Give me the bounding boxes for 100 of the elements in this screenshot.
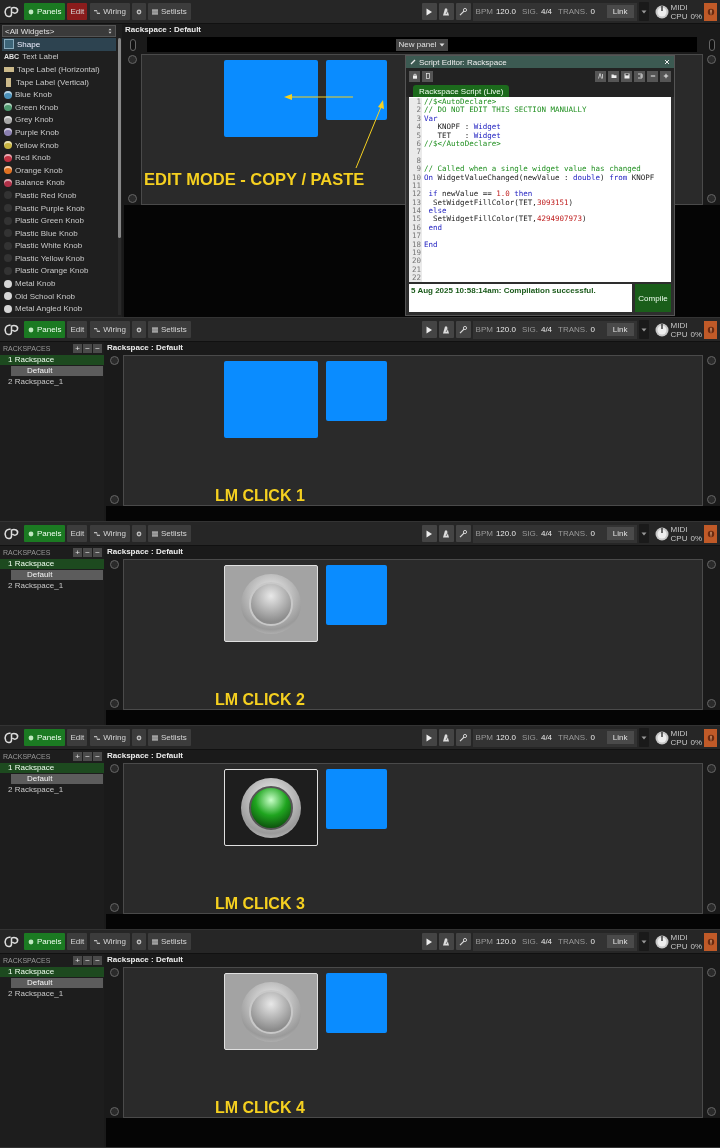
palette-item[interactable]: Green Knob [2, 100, 116, 114]
edit-button[interactable]: Edit [67, 933, 88, 950]
play-button[interactable] [421, 933, 437, 950]
knob-icon[interactable] [654, 526, 669, 541]
led-button-widget[interactable] [224, 769, 318, 846]
palette-item[interactable]: Purple Knob [2, 126, 116, 139]
rackspace-action-button[interactable]: − [93, 343, 102, 353]
bpm-value[interactable]: 120.0 [495, 937, 516, 946]
settings-button[interactable] [131, 321, 146, 338]
dropdown-button[interactable] [638, 320, 649, 339]
palette-item[interactable]: Plastic Purple Knob [2, 201, 116, 215]
setlists-button[interactable]: Setlists [147, 3, 191, 20]
dropdown-button[interactable] [638, 932, 649, 951]
settings-button[interactable] [131, 525, 146, 542]
metronome-button[interactable] [438, 729, 454, 746]
rackspace-action-button[interactable]: + [73, 955, 82, 965]
transpose-value[interactable]: 0 [590, 325, 595, 334]
palette-item[interactable]: Red Knob [2, 151, 116, 164]
rackspace-item[interactable]: 2 Rackspace_1 [0, 785, 104, 795]
rackspace-action-button[interactable]: − [83, 343, 92, 353]
setlists-button[interactable]: Setlists [147, 729, 191, 746]
palette-item[interactable]: Metal Angled Knob [2, 302, 116, 316]
palette-item[interactable]: Plastic Blue Knob [2, 226, 116, 240]
palette-item[interactable]: Balance Knob [2, 176, 116, 190]
export-button[interactable] [634, 70, 645, 82]
rackspace-action-button[interactable]: − [93, 547, 102, 557]
edit-button[interactable]: Edit [67, 729, 88, 746]
rackspace-action-button[interactable]: − [83, 955, 92, 965]
palette-item[interactable]: Plastic White Knob [2, 239, 116, 253]
panels-button[interactable]: Panels [24, 729, 66, 746]
rackspace-action-button[interactable]: + [73, 547, 82, 557]
panels-button[interactable]: Panels [24, 3, 66, 20]
open-button[interactable] [608, 70, 619, 82]
settings-button[interactable] [131, 3, 146, 20]
bpm-value[interactable]: 120.0 [495, 529, 516, 538]
palette-item[interactable]: Shape [2, 38, 116, 51]
rackspace-action-button[interactable]: − [83, 547, 92, 557]
palette-item[interactable]: Plastic Green Knob [2, 214, 116, 227]
wiring-button[interactable]: Wiring [90, 3, 130, 20]
zoom-out-button[interactable] [647, 70, 658, 82]
link-button[interactable]: Link [606, 323, 634, 336]
variation-item[interactable]: Default [11, 774, 103, 784]
wrench-button[interactable] [455, 729, 471, 746]
rackspace-action-button[interactable]: + [73, 343, 82, 353]
setlists-button[interactable]: Setlists [147, 933, 191, 950]
panels-button[interactable]: Panels [24, 321, 66, 338]
dropdown-button[interactable] [638, 728, 649, 747]
palette-item[interactable]: Blue Knob [2, 88, 116, 101]
wrench-button[interactable] [455, 3, 471, 20]
play-button[interactable] [421, 525, 437, 542]
alert-button[interactable] [704, 524, 717, 543]
bpm-value[interactable]: 120.0 [495, 325, 516, 334]
transpose-value[interactable]: 0 [590, 7, 595, 16]
rackspace-item[interactable]: 2 Rackspace_1 [0, 377, 104, 387]
setlists-button[interactable]: Setlists [147, 525, 191, 542]
close-icon[interactable] [664, 59, 670, 65]
play-button[interactable] [421, 3, 437, 20]
lock-button[interactable] [409, 70, 420, 82]
save-button[interactable] [621, 70, 632, 82]
link-button[interactable]: Link [606, 935, 634, 948]
compile-button[interactable]: Compile [635, 284, 671, 312]
document-button[interactable] [422, 70, 433, 82]
metronome-button[interactable] [438, 321, 454, 338]
dropdown-button[interactable] [638, 524, 649, 543]
knob-icon[interactable] [654, 730, 669, 745]
edit-button[interactable]: Edit [67, 525, 88, 542]
signature-value[interactable]: 4/4 [540, 325, 553, 334]
wiring-button[interactable]: Wiring [90, 525, 130, 542]
palette-item[interactable]: Metal Knob [2, 277, 116, 290]
settings-button[interactable] [131, 729, 146, 746]
alert-button[interactable] [704, 932, 717, 951]
rackspace-item[interactable]: 2 Rackspace_1 [0, 989, 104, 999]
signature-value[interactable]: 4/4 [540, 529, 553, 538]
alert-button[interactable] [704, 320, 717, 339]
rackspace-action-button[interactable]: − [93, 751, 102, 761]
play-button[interactable] [421, 321, 437, 338]
wrench-button[interactable] [455, 525, 471, 542]
variation-item[interactable]: Default [11, 366, 103, 376]
signature-value[interactable]: 4/4 [540, 7, 553, 16]
transpose-value[interactable]: 0 [590, 733, 595, 742]
bpm-value[interactable]: 120.0 [495, 7, 516, 16]
wiring-button[interactable]: Wiring [90, 933, 130, 950]
rackspace-item[interactable]: 1 Rackspace [0, 763, 104, 773]
filter-dropdown[interactable]: <All Widgets> [2, 25, 116, 37]
rackspace-item[interactable]: 1 Rackspace [0, 355, 104, 365]
palette-item[interactable]: Grey Knob [2, 113, 116, 127]
link-button[interactable]: Link [606, 731, 634, 744]
rackspace-action-button[interactable]: − [93, 955, 102, 965]
bpm-value[interactable]: 120.0 [495, 733, 516, 742]
palette-item[interactable]: Tape Label (Vertical) [2, 75, 116, 89]
wrench-button[interactable] [455, 933, 471, 950]
rackspace-action-button[interactable]: − [83, 751, 92, 761]
panel-dropdown[interactable]: New panel [395, 38, 449, 51]
wiring-button[interactable]: Wiring [90, 729, 130, 746]
link-button[interactable]: Link [606, 527, 634, 540]
dropdown-button[interactable] [638, 2, 649, 21]
alert-button[interactable] [704, 2, 717, 21]
link-button[interactable]: Link [606, 5, 634, 18]
signature-value[interactable]: 4/4 [540, 937, 553, 946]
rackspace-item[interactable]: 1 Rackspace [0, 967, 104, 977]
